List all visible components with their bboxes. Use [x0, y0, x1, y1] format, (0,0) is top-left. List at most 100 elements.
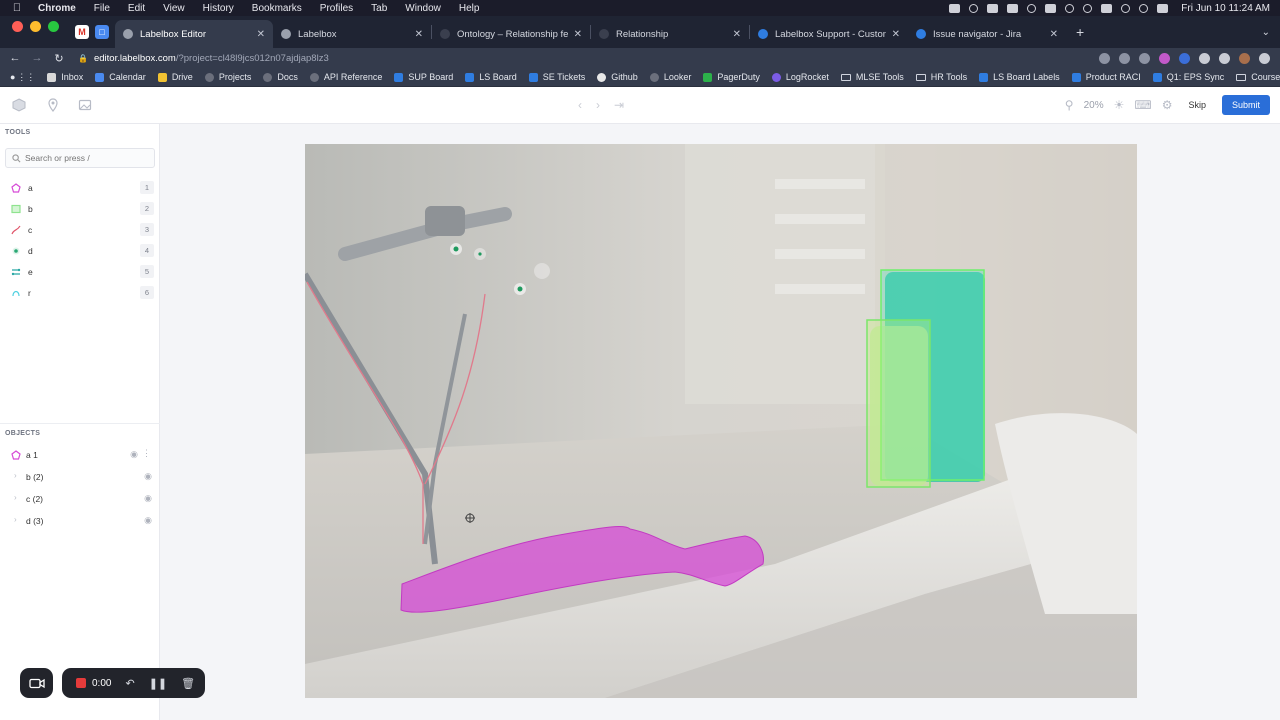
- extension-icon[interactable]: [1159, 52, 1170, 64]
- skip-button[interactable]: Skip: [1182, 96, 1212, 114]
- object-group-d[interactable]: › d (3) ◉: [0, 510, 160, 532]
- tab-labelbox-support[interactable]: Labelbox Support - Customers ✕: [750, 20, 908, 48]
- camera-toggle-button[interactable]: [20, 668, 53, 698]
- previous-asset-chevron-icon[interactable]: ‹: [578, 98, 582, 112]
- asset-image[interactable]: [305, 144, 1137, 698]
- status-icon[interactable]: [1045, 3, 1057, 13]
- forward-arrow-icon[interactable]: →: [26, 52, 48, 64]
- visibility-eye-icon[interactable]: ◉: [144, 515, 152, 526]
- bookmark-github[interactable]: Github: [591, 72, 644, 82]
- menu-tab[interactable]: Tab: [362, 3, 396, 14]
- extension-icon[interactable]: [1179, 52, 1190, 64]
- menu-view[interactable]: View: [154, 3, 194, 14]
- expand-chevron-icon[interactable]: ›: [14, 471, 17, 480]
- tool-b[interactable]: b 2: [0, 198, 160, 219]
- close-tab-icon[interactable]: ✕: [892, 29, 900, 40]
- bookmark-logrocket[interactable]: LogRocket: [766, 72, 835, 82]
- object-item-a-1[interactable]: a 1 ◉ ⋮: [0, 444, 160, 466]
- tab-search-chevron-icon[interactable]: ⌄: [1262, 27, 1280, 38]
- object-group-b[interactable]: › b (2) ◉: [0, 466, 160, 488]
- restart-recording-icon[interactable]: ↶: [125, 677, 134, 690]
- bluetooth-icon[interactable]: [1083, 3, 1093, 13]
- menu-bookmarks[interactable]: Bookmarks: [243, 3, 311, 14]
- bbox-annotation-b[interactable]: [866, 319, 931, 488]
- menu-help[interactable]: Help: [450, 3, 489, 14]
- bookmark-pagerduty[interactable]: PagerDuty: [697, 72, 766, 82]
- menu-profiles[interactable]: Profiles: [311, 3, 362, 14]
- menubar-clock[interactable]: Fri Jun 10 11:24 AM: [1181, 3, 1270, 14]
- tab-labelbox-editor[interactable]: Labelbox Editor ✕: [115, 20, 273, 48]
- more-options-icon[interactable]: ⋮: [142, 448, 151, 459]
- tool-a[interactable]: a 1: [0, 177, 160, 198]
- bookmark-inbox[interactable]: Inbox: [41, 72, 89, 82]
- tool-search[interactable]: [5, 148, 155, 168]
- object-group-c[interactable]: › c (2) ◉: [0, 488, 160, 510]
- tab-issue-navigator-jira[interactable]: Issue navigator - Jira ✕: [908, 20, 1066, 48]
- apps-grid-icon[interactable]: ● ⋮⋮: [0, 72, 41, 83]
- back-arrow-icon[interactable]: ←: [4, 52, 26, 64]
- status-icon[interactable]: [987, 3, 999, 13]
- bookmark-drive[interactable]: Drive: [152, 72, 199, 82]
- status-icon[interactable]: [1065, 3, 1075, 13]
- tool-r[interactable]: r 6: [0, 282, 160, 303]
- tool-d[interactable]: d 4: [0, 240, 160, 261]
- brightness-icon[interactable]: ☀: [1114, 98, 1125, 112]
- extensions-puzzle-icon[interactable]: [1199, 52, 1210, 64]
- close-tab-icon[interactable]: ✕: [574, 29, 582, 40]
- tool-e[interactable]: e 5: [0, 261, 160, 282]
- close-window-button[interactable]: [12, 20, 23, 32]
- lock-icon[interactable]: 🔒: [78, 54, 88, 63]
- bookmark-mlse-tools[interactable]: MLSE Tools: [835, 72, 910, 82]
- tab-labelbox[interactable]: Labelbox ✕: [273, 20, 431, 48]
- last-asset-icon[interactable]: ⇥: [614, 98, 624, 112]
- menu-app-name[interactable]: Chrome: [34, 3, 85, 14]
- tab-relationship[interactable]: Relationship ✕: [591, 20, 749, 48]
- close-tab-icon[interactable]: ✕: [415, 29, 423, 40]
- pause-recording-icon[interactable]: ❚❚: [149, 677, 167, 690]
- labeling-canvas[interactable]: [160, 124, 1280, 720]
- tab-ontology-relationship[interactable]: Ontology – Relationship featu ✕: [432, 20, 590, 48]
- bookmark-projects[interactable]: Projects: [199, 72, 258, 82]
- visibility-eye-icon[interactable]: ◉: [144, 471, 152, 482]
- expand-chevron-icon[interactable]: ›: [14, 515, 17, 524]
- reload-icon[interactable]: ↻: [48, 52, 70, 65]
- maximize-window-button[interactable]: [48, 20, 59, 32]
- share-icon[interactable]: [1119, 52, 1130, 64]
- close-tab-icon[interactable]: ✕: [257, 29, 265, 40]
- bookmark-ls-board-labels[interactable]: LS Board Labels: [973, 72, 1066, 82]
- bookmark-ls-board[interactable]: LS Board: [459, 72, 523, 82]
- gmail-pinned-tab-icon[interactable]: M: [75, 25, 89, 39]
- bathroom-photo[interactable]: [305, 144, 1137, 698]
- control-center-icon[interactable]: [1157, 3, 1169, 13]
- wifi-icon[interactable]: [1121, 3, 1131, 13]
- bookmark-courses[interactable]: Courses: [1230, 72, 1280, 82]
- menu-edit[interactable]: Edit: [119, 3, 154, 14]
- new-tab-button[interactable]: +: [1066, 24, 1094, 40]
- visibility-eye-icon[interactable]: ◉: [130, 449, 138, 460]
- minimize-window-button[interactable]: [30, 20, 41, 32]
- status-icon[interactable]: [1007, 3, 1019, 13]
- bookmark-se-tickets[interactable]: SE Tickets: [523, 72, 592, 82]
- image-icon[interactable]: [78, 98, 92, 112]
- profile-avatar[interactable]: [1239, 52, 1250, 64]
- status-icon[interactable]: [969, 3, 979, 13]
- next-asset-chevron-icon[interactable]: ›: [596, 98, 600, 112]
- menu-history[interactable]: History: [194, 3, 243, 14]
- cube-icon[interactable]: [12, 98, 26, 112]
- submit-button[interactable]: Submit: [1221, 95, 1270, 115]
- bookmark-sup-board[interactable]: SUP Board: [388, 72, 459, 82]
- bookmark-api-reference[interactable]: API Reference: [304, 72, 389, 82]
- zoom-level[interactable]: 20%: [1084, 100, 1104, 111]
- stop-recording-icon[interactable]: [76, 678, 86, 688]
- zoom-icon[interactable]: ⚲: [1065, 98, 1074, 112]
- bookmark-looker[interactable]: Looker: [644, 72, 698, 82]
- menu-window[interactable]: Window: [396, 3, 450, 14]
- camera-permission-icon[interactable]: [1099, 52, 1110, 64]
- url-input[interactable]: 🔒 editor.labelbox.com/?project=cl48l9jcs…: [78, 49, 1078, 67]
- battery-icon[interactable]: [1101, 3, 1113, 13]
- search-input[interactable]: [25, 153, 145, 163]
- menu-file[interactable]: File: [85, 3, 119, 14]
- pinned-tab-icon[interactable]: □: [95, 25, 109, 39]
- bookmark-star-icon[interactable]: [1139, 52, 1150, 64]
- status-icon[interactable]: [949, 3, 961, 13]
